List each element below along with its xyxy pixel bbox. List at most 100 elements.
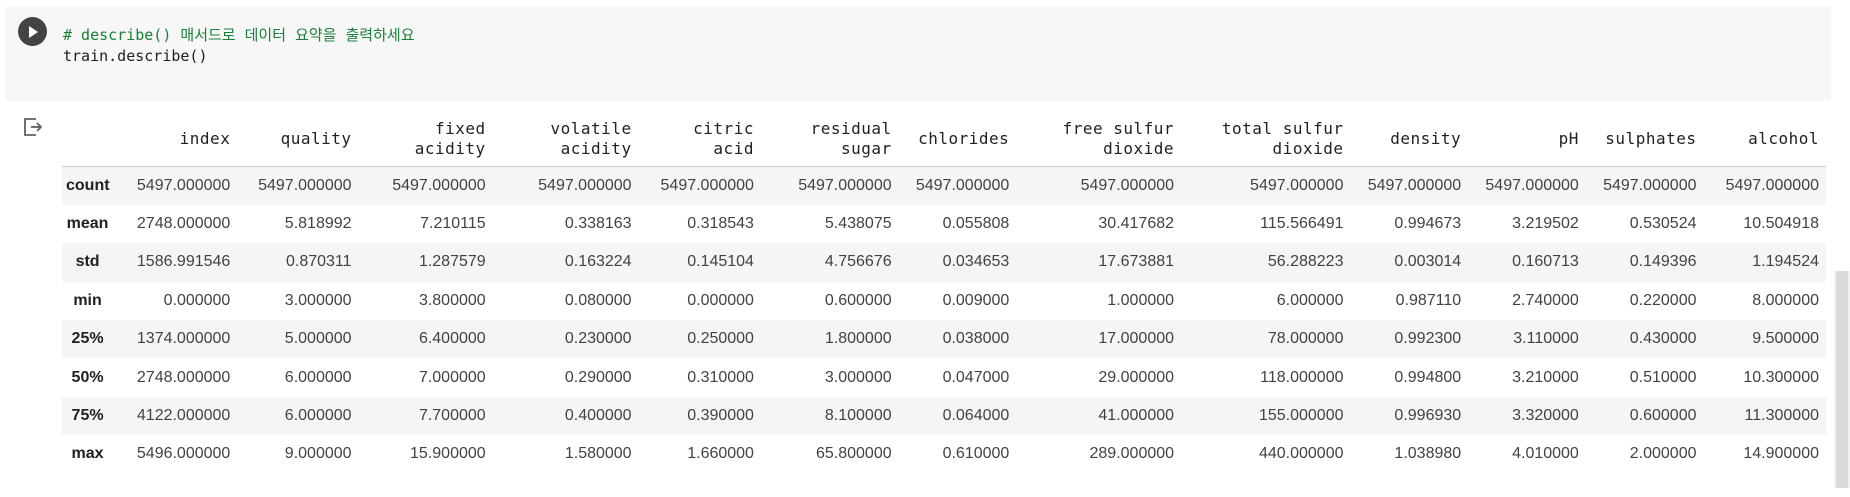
table-cell: 1374.000000: [136, 330, 231, 348]
table-cell: 3.110000: [1513, 330, 1579, 348]
play-circle-icon: [28, 25, 38, 38]
table-cell: 0.149396: [1629, 253, 1697, 271]
column-header: chlorides: [898, 112, 1017, 167]
table-cell: 1.800000: [824, 330, 892, 348]
table-cell: 8.100000: [824, 407, 892, 425]
table-cell: 5497.000000: [1250, 176, 1344, 194]
describe-output: index quality fixed acidity volatile acidi…: [62, 112, 1826, 474]
table-row: max 5496.000000 9.000000 15.900000 1.580000 1…: [62, 435, 1826, 473]
run-cell-button[interactable]: [18, 17, 47, 46]
table-cell: 56.288223: [1267, 253, 1344, 271]
table-cell: 289.000000: [1089, 445, 1175, 463]
row-label: 25%: [71, 330, 104, 348]
row-label: std: [75, 253, 100, 271]
table-cell: 7.000000: [418, 368, 486, 386]
table-cell: 5.818992: [284, 215, 352, 233]
table-cell: 1586.991546: [136, 253, 231, 271]
table-cell: 0.610000: [942, 445, 1010, 463]
table-cell: 3.000000: [284, 291, 352, 309]
column-header: quality: [237, 112, 359, 167]
table-cell: 0.987110: [1395, 291, 1462, 309]
table-cell: 0.055808: [942, 215, 1010, 233]
table-cell: 5497.000000: [538, 176, 632, 194]
table-cell: 4.756676: [824, 253, 892, 271]
table-cell: 1.580000: [564, 445, 632, 463]
table-cell: 1.660000: [687, 445, 754, 463]
table-cell: 0.230000: [564, 330, 632, 348]
table-cell: 0.064000: [942, 407, 1010, 425]
table-cell: 6.400000: [418, 330, 486, 348]
scrollbar-thumb[interactable]: [1836, 271, 1848, 488]
table-cell: 0.009000: [942, 291, 1010, 309]
code-editor[interactable]: # describe() 매서드로 데이터 요약을 출력하세요 train.de…: [63, 25, 415, 67]
row-label: 50%: [71, 368, 104, 386]
table-cell: 0.003014: [1394, 253, 1462, 271]
table-row: 25% 1374.000000 5.000000 6.400000 0.230000 0.…: [62, 320, 1826, 359]
column-header: free sulfur dioxide: [1016, 112, 1182, 167]
code-line: train.describe(): [63, 47, 208, 65]
row-label: count: [66, 176, 110, 194]
table-cell: 0.318543: [687, 215, 754, 233]
column-header: index: [116, 112, 238, 167]
table-cell: 2748.000000: [136, 215, 231, 233]
table-cell: 5497.000000: [1080, 176, 1175, 194]
table-cell: 6.000000: [284, 368, 352, 386]
code-cell[interactable]: # describe() 매서드로 데이터 요약을 출력하세요 train.de…: [5, 6, 1831, 101]
table-cell: 0.220000: [1629, 291, 1697, 309]
table-cell: 0.400000: [564, 407, 632, 425]
table-cell: 0.163224: [564, 253, 632, 271]
table-row: std 1586.991546 0.870311 1.287579 0.163224 0.…: [62, 243, 1826, 282]
table-cell: 11.300000: [1744, 407, 1819, 425]
table-cell: 1.194524: [1752, 253, 1819, 271]
table-cell: 7.700000: [418, 407, 486, 425]
table-cell: 0.600000: [1629, 407, 1697, 425]
column-header: density: [1350, 112, 1469, 167]
table-cell: 78.000000: [1267, 330, 1344, 348]
table-cell: 0.390000: [687, 407, 754, 425]
output-redirect-icon[interactable]: [22, 116, 44, 138]
table-cell: 15.900000: [410, 445, 486, 463]
table-cell: 17.000000: [1098, 330, 1175, 348]
table-cell: 30.417682: [1098, 215, 1175, 233]
table-cell: 3.800000: [418, 291, 486, 309]
table-cell: 2748.000000: [136, 368, 231, 386]
column-header: volatile acidity: [492, 112, 639, 167]
table-cell: 0.600000: [824, 291, 892, 309]
table-cell: 41.000000: [1098, 407, 1175, 425]
table-cell: 29.000000: [1098, 368, 1175, 386]
code-comment: # describe() 매서드로 데이터 요약을 출력하세요: [63, 26, 415, 44]
table-cell: 5497.000000: [392, 176, 486, 194]
table-cell: 7.210115: [420, 215, 486, 233]
table-cell: 9.000000: [284, 445, 352, 463]
table-cell: 2.000000: [1629, 445, 1697, 463]
table-cell: 3.210000: [1512, 368, 1579, 386]
column-header: sulphates: [1585, 112, 1704, 167]
table-cell: 5497.000000: [1367, 176, 1462, 194]
column-header: pH: [1468, 112, 1586, 167]
column-header: fixed acidity: [358, 112, 493, 167]
table-row: mean 2748.000000 5.818992 7.210115 0.338163 0…: [62, 205, 1826, 243]
table-cell: 5497.000000: [1725, 176, 1819, 194]
table-cell: 5497.000000: [798, 176, 892, 194]
table-cell: 155.000000: [1258, 407, 1344, 425]
table-body: count 5497.000000 5497.000000 5497.000000 54…: [62, 166, 1826, 474]
table-cell: 8.000000: [1752, 291, 1819, 309]
table-cell: 0.430000: [1629, 330, 1697, 348]
table-cell: 17.673881: [1098, 253, 1175, 271]
table-cell: 5497.000000: [915, 176, 1010, 194]
table-cell: 3.219502: [1512, 215, 1579, 233]
table-cell: 0.510000: [1629, 368, 1697, 386]
describe-table: index quality fixed acidity volatile acidi…: [62, 112, 1826, 474]
table-cell: 0.000000: [687, 291, 754, 309]
table-cell: 0.038000: [942, 330, 1010, 348]
row-label: min: [73, 291, 102, 309]
table-cell: 0.034653: [942, 253, 1010, 271]
table-cell: 65.800000: [815, 445, 892, 463]
table-cell: 0.338163: [564, 215, 632, 233]
table-cell: 0.870311: [285, 253, 352, 271]
table-cell: 115.566491: [1260, 215, 1344, 233]
table-cell: 10.504918: [1743, 215, 1819, 233]
index-corner: [62, 112, 117, 167]
table-row: min 0.000000 3.000000 3.800000 0.080000 0.000…: [62, 282, 1826, 320]
table-cell: 5497.000000: [1603, 176, 1697, 194]
